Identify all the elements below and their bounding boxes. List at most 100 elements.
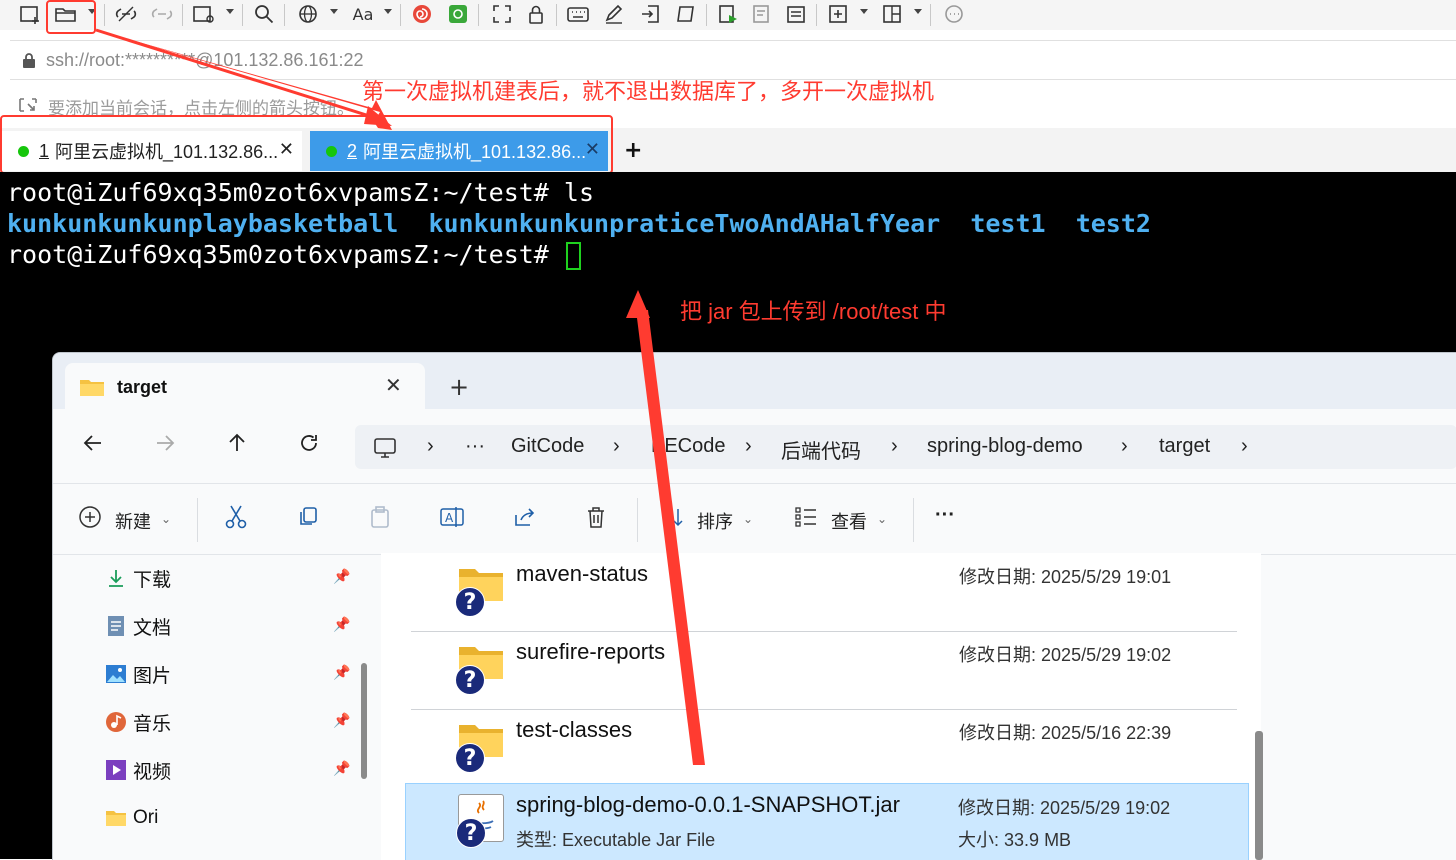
new-tab-button[interactable]: +	[449, 373, 469, 401]
sidebar-item-downloads[interactable]: 下载	[105, 563, 171, 593]
chevron-right-icon: ›	[1241, 435, 1248, 457]
download-icon	[105, 567, 127, 589]
modified-value: 2025/5/29 19:02	[1041, 645, 1172, 665]
layout-icon[interactable]	[880, 2, 904, 26]
breadcrumb[interactable]: › ··· GitCode › EECode › 后端代码 › spring-b…	[355, 425, 1456, 469]
breadcrumb-item[interactable]: spring-blog-demo	[927, 435, 1083, 458]
sort-button[interactable]: 排序	[697, 508, 733, 534]
pictures-icon	[105, 663, 127, 685]
sidebar-item-videos[interactable]: 视频	[105, 755, 171, 785]
explorer-command-bar: 新建 ⌄ A 排序 ⌄ 查看 ⌄ ···	[53, 483, 1456, 555]
chevron-down-icon[interactable]: ⌄	[161, 512, 171, 526]
pin-icon[interactable]: 📌	[333, 761, 350, 777]
new-session-icon[interactable]	[18, 2, 42, 26]
file-row-selected[interactable]: ? spring-blog-demo-0.0.1-SNAPSHOT.jar 修改…	[405, 783, 1249, 860]
chevron-down-icon[interactable]	[914, 9, 922, 14]
sidebar-item-pictures[interactable]: 图片	[105, 659, 171, 689]
file-size: 大小: 33.9 MB	[958, 826, 1071, 852]
close-icon[interactable]: ✕	[385, 373, 402, 397]
highlight-box	[0, 115, 613, 174]
toolbar-separator	[400, 4, 401, 26]
sidebar-scrollbar[interactable]	[361, 663, 367, 779]
chevron-down-icon[interactable]	[226, 9, 234, 14]
prompt-text: root@iZuf69xq35m0zot6xvpamsZ:~/test#	[7, 240, 564, 269]
annotation-note-1: 第一次虚拟机建表后，就不退出数据库了，多开一次虚拟机	[362, 79, 935, 104]
green-plugin-icon[interactable]	[446, 2, 470, 26]
pin-icon[interactable]: 📌	[333, 665, 350, 681]
new-icon[interactable]	[75, 502, 105, 532]
chevron-down-icon[interactable]	[860, 9, 868, 14]
up-arrow-icon[interactable]	[225, 431, 249, 459]
toolbar-separator	[913, 498, 914, 542]
reconnect-icon[interactable]	[150, 2, 174, 26]
more-options-button[interactable]: ···	[935, 504, 955, 527]
run-script-icon[interactable]	[716, 2, 740, 26]
file-name: test-classes	[516, 717, 633, 742]
directory-name: kunkunkunkunpraticeTwoAndAHalfYear	[428, 209, 941, 238]
pen-icon[interactable]	[602, 2, 626, 26]
content-scrollbar[interactable]	[1255, 731, 1263, 860]
pin-icon[interactable]: 📌	[333, 617, 350, 633]
svg-text:A: A	[445, 511, 454, 525]
chevron-down-icon[interactable]	[384, 9, 392, 14]
chevron-right-icon: ›	[427, 435, 434, 457]
video-icon	[105, 759, 127, 781]
pin-icon[interactable]: 📌	[333, 569, 350, 585]
chevron-down-icon[interactable]	[330, 9, 338, 14]
refresh-icon[interactable]	[297, 431, 321, 459]
session-settings-icon[interactable]	[192, 2, 216, 26]
file-row[interactable]: ? surefire-reports 修改日期: 2025/5/29 19:02	[411, 631, 1237, 710]
new-button[interactable]: 新建	[115, 508, 151, 534]
fullscreen-icon[interactable]	[490, 2, 514, 26]
sidebar-item-ori[interactable]: Ori	[105, 803, 158, 833]
copy-icon[interactable]	[293, 502, 323, 532]
rename-icon[interactable]: A	[437, 502, 467, 532]
breadcrumb-item[interactable]: EECode	[651, 435, 726, 458]
chat-icon[interactable]	[942, 2, 966, 26]
breadcrumb-item[interactable]: 后端代码	[781, 435, 861, 464]
cut-icon[interactable]	[221, 502, 251, 532]
view-icon[interactable]	[791, 502, 821, 532]
log-icon[interactable]	[750, 2, 774, 26]
login-icon[interactable]	[638, 2, 662, 26]
file-row[interactable]: ? maven-status 修改日期: 2025/5/29 19:01	[411, 553, 1237, 632]
back-arrow-icon[interactable]	[81, 431, 105, 459]
terminal-line: kunkunkunkunplaybasketball kunkunkunkunp…	[7, 209, 1151, 238]
modified-label: 修改日期:	[959, 723, 1037, 743]
chevron-down-icon[interactable]: ⌄	[877, 512, 887, 526]
share-icon[interactable]	[509, 502, 539, 532]
forward-arrow-icon[interactable]	[153, 431, 177, 459]
sidebar-item-documents[interactable]: 文档	[105, 611, 171, 641]
view-button[interactable]: 查看	[831, 508, 867, 534]
sort-icon[interactable]	[659, 502, 689, 532]
sidebar-item-music[interactable]: 音乐	[105, 707, 171, 737]
globe-icon[interactable]	[296, 2, 320, 26]
lock-icon[interactable]	[524, 2, 548, 26]
disconnect-icon[interactable]	[114, 2, 138, 26]
explorer-tab-title: target	[117, 377, 168, 397]
toolbar-separator	[637, 498, 638, 542]
script-icon[interactable]	[674, 2, 698, 26]
font-icon[interactable]: Aa	[348, 2, 378, 26]
notes-icon[interactable]	[784, 2, 808, 26]
breadcrumb-item[interactable]: target	[1159, 435, 1210, 458]
chevron-right-icon: ›	[745, 435, 752, 457]
explorer-tab[interactable]: target ✕	[65, 363, 425, 409]
keyboard-icon[interactable]	[566, 2, 590, 26]
add-pane-icon[interactable]	[826, 2, 850, 26]
folder-icon	[105, 807, 127, 829]
chevron-down-icon[interactable]: ⌄	[743, 512, 753, 526]
breadcrumb-item[interactable]: GitCode	[511, 435, 584, 458]
paste-icon[interactable]	[365, 502, 395, 532]
search-icon[interactable]	[252, 2, 276, 26]
modified-value: 2025/5/29 19:01	[1041, 567, 1172, 587]
chevron-right-icon: ›	[891, 435, 898, 457]
spiral-tool-icon[interactable]	[410, 2, 434, 26]
pin-icon[interactable]: 📌	[333, 713, 350, 729]
breadcrumb-overflow[interactable]: ···	[465, 435, 485, 458]
file-row[interactable]: ? test-classes 修改日期: 2025/5/16 22:39	[411, 709, 1237, 788]
add-tab-button[interactable]: +	[624, 138, 642, 163]
file-explorer-window: target ✕ + › ··· GitCode › EECode › 后端代码	[52, 352, 1456, 860]
delete-icon[interactable]	[581, 502, 611, 532]
file-list: ? maven-status 修改日期: 2025/5/29 19:01 ? s…	[381, 553, 1261, 860]
